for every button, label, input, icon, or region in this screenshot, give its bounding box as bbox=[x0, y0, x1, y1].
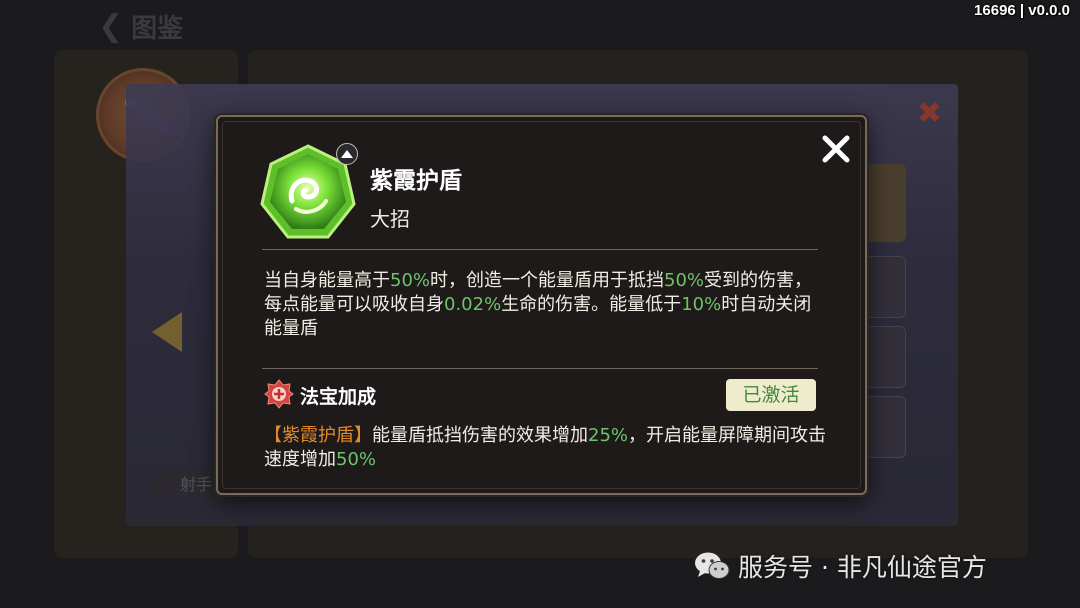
version-label: 16696 | v0.0.0 bbox=[974, 2, 1070, 19]
red-seal-icon bbox=[264, 379, 294, 409]
page-title: 图鉴 bbox=[131, 13, 184, 44]
wechat-icon bbox=[695, 552, 730, 579]
activated-badge: 已激活 bbox=[726, 379, 816, 411]
treasure-bonus-description: 【紫霞护盾】能量盾抵挡伤害的效果增加25%，开启能量屏障期间攻击速度增加50% bbox=[264, 425, 827, 470]
back-arrow-icon[interactable]: ❮ bbox=[98, 9, 123, 44]
page-title-bar: ❮ 图鉴 bbox=[98, 8, 183, 44]
close-icon bbox=[822, 135, 850, 163]
close-button[interactable] bbox=[820, 133, 852, 165]
skill-detail-popup: 紫霞护盾 大招 当自身能量高于50%时，创造一个能量盾用于抵挡50%受到的伤害，… bbox=[216, 115, 867, 495]
skill-name: 紫霞护盾 bbox=[370, 168, 462, 194]
watermark-text: 服务号 · 非凡仙途官方 bbox=[738, 553, 987, 582]
divider bbox=[262, 368, 818, 369]
prev-arrow-icon bbox=[152, 312, 182, 352]
divider bbox=[262, 249, 818, 250]
watermark: 服务号 · 非凡仙途官方 bbox=[694, 546, 987, 586]
treasure-bonus-title: 法宝加成 bbox=[300, 386, 377, 408]
chevron-up-icon bbox=[336, 143, 358, 165]
background-close-icon: ✖ bbox=[916, 96, 942, 131]
treasure-bonus-header: 法宝加成 已激活 bbox=[262, 379, 822, 411]
skill-type: 大招 bbox=[370, 207, 410, 231]
skill-description: 当自身能量高于50%时，创造一个能量盾用于抵挡50%受到的伤害，每点能量可以吸收… bbox=[264, 270, 813, 339]
